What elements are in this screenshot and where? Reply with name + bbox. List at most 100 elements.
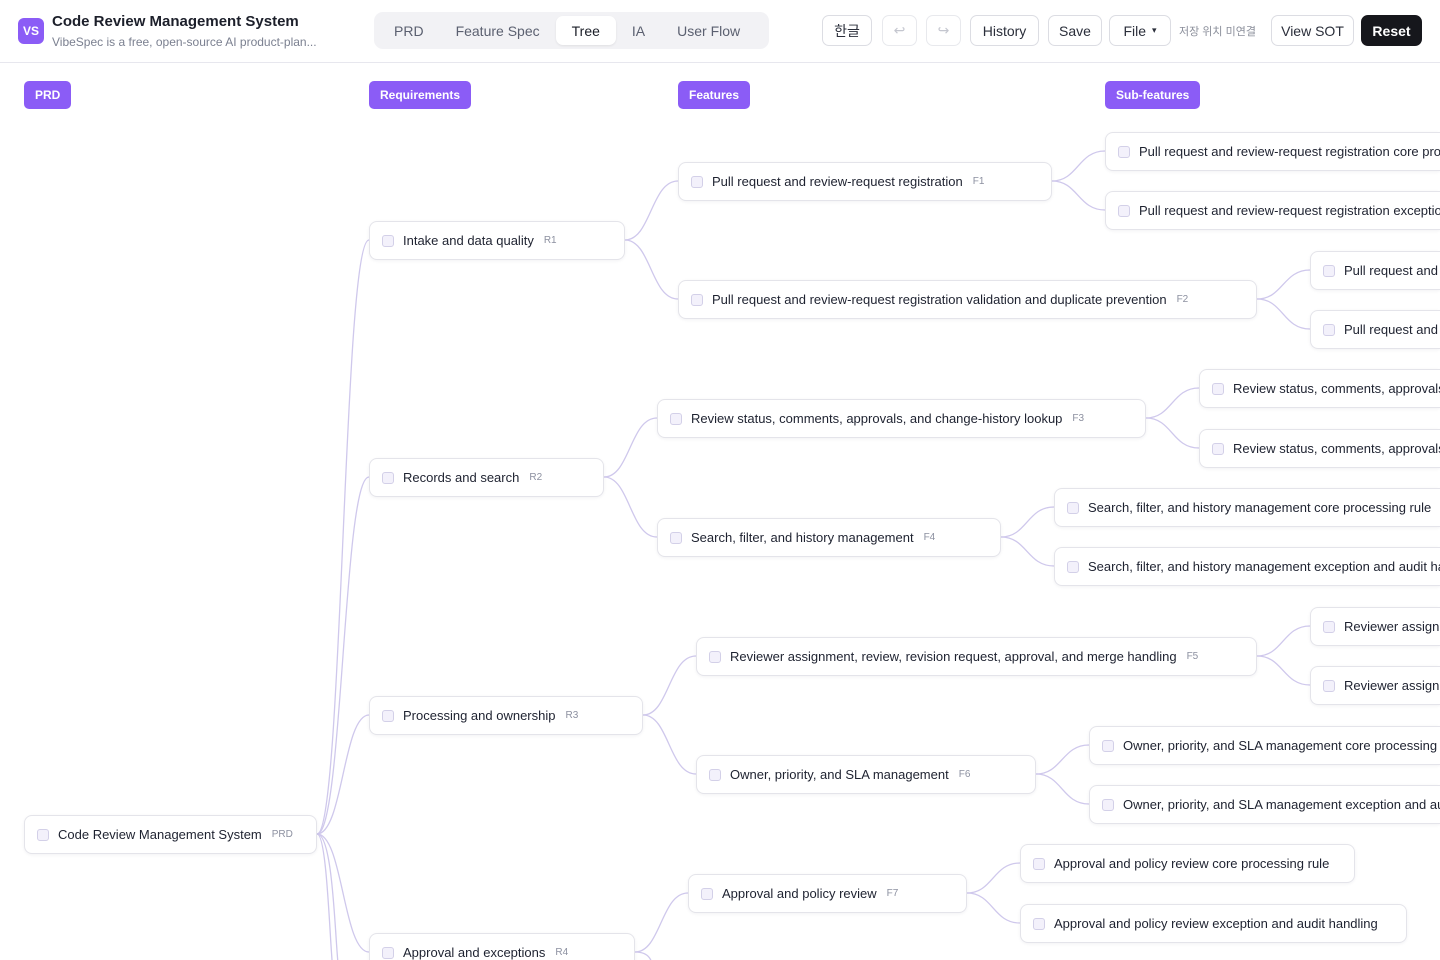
node-checkbox[interactable] [691,293,703,306]
undo-icon: ↩ [893,22,906,38]
node-label: Pull request and review-request registra… [1344,263,1440,278]
node-tag: F5 [1186,651,1199,662]
node-checkbox[interactable] [1323,620,1335,633]
history-button[interactable]: History [970,15,1039,46]
node-checkbox[interactable] [37,828,49,841]
node-checkbox[interactable] [1033,857,1045,870]
connector [624,239,679,300]
connector [316,239,370,835]
tree-node-root[interactable]: Code Review Management System PRD [24,815,317,854]
node-label: Pull request and review-request registra… [1139,144,1440,159]
tree-node-subfeature[interactable]: Reviewer assignment, review, revision re… [1310,666,1440,705]
connector [603,417,658,478]
node-label: Pull request and review-request registra… [1344,322,1440,337]
node-checkbox[interactable] [1067,501,1079,514]
tree-node-subfeature[interactable]: Pull request and review-request registra… [1310,310,1440,349]
node-checkbox[interactable] [709,768,721,781]
connector [634,892,689,953]
node-checkbox[interactable] [1067,560,1079,573]
connector [634,951,652,960]
tab-user-flow[interactable]: User Flow [661,16,756,45]
node-tag: R1 [543,235,557,246]
app-subtitle: VibeSpec is a free, open-source AI produ… [52,35,317,49]
node-label: Approval and policy review core processi… [1054,856,1330,871]
tree-node-subfeature[interactable]: Pull request and review-request registra… [1105,132,1440,171]
tree-node-subfeature[interactable]: Review status, comments, approvals, and … [1199,369,1440,408]
tree-node-subfeature[interactable]: Reviewer assignment, review, revision re… [1310,607,1440,646]
node-checkbox[interactable] [382,234,394,247]
tab-tree[interactable]: Tree [555,16,616,45]
tree-node-requirement-r4[interactable]: Approval and exceptions R4 [369,933,635,960]
node-label: Search, filter, and history management [691,530,914,545]
tree-node-feature-f2[interactable]: Pull request and review-request registra… [678,280,1257,319]
node-label: Code Review Management System [58,827,262,842]
tree-node-subfeature[interactable]: Search, filter, and history management c… [1054,488,1440,527]
tree-node-subfeature[interactable]: Approval and policy review exception and… [1020,904,1407,943]
tree-node-subfeature[interactable]: Owner, priority, and SLA management core… [1089,726,1440,765]
file-menu-label: File [1123,22,1147,39]
node-label: Pull request and review-request registra… [1139,203,1440,218]
node-tag: F7 [886,888,899,899]
tree-node-subfeature[interactable]: Review status, comments, approvals, and … [1199,429,1440,468]
tab-ia[interactable]: IA [616,16,661,45]
node-checkbox[interactable] [1323,679,1335,692]
tree-node-requirement-r3[interactable]: Processing and ownership R3 [369,696,643,735]
file-menu-button[interactable]: File ▾ [1109,15,1171,46]
language-toggle-button[interactable]: 한글 [822,15,872,46]
node-checkbox[interactable] [382,709,394,722]
connector [1145,417,1200,449]
undo-button[interactable]: ↩ [882,15,917,46]
tab-feature-spec[interactable]: Feature Spec [440,16,556,45]
node-checkbox[interactable] [1323,323,1335,336]
node-checkbox[interactable] [1212,442,1224,455]
redo-button[interactable]: ↪ [926,15,961,46]
node-checkbox[interactable] [670,412,682,425]
tree-node-feature-f7[interactable]: Approval and policy review F7 [688,874,967,913]
connector [316,833,370,953]
tab-prd[interactable]: PRD [378,16,440,45]
node-checkbox[interactable] [691,175,703,188]
connector [1035,773,1090,805]
tree-node-subfeature[interactable]: Approval and policy review core processi… [1020,844,1355,883]
node-label: Search, filter, and history management e… [1088,559,1440,574]
node-checkbox[interactable] [382,471,394,484]
node-checkbox[interactable] [1102,739,1114,752]
chevron-down-icon: ▾ [1152,25,1157,35]
node-tag: F3 [1072,413,1085,424]
tree-node-subfeature[interactable]: Pull request and review-request registra… [1105,191,1440,230]
tree-node-subfeature[interactable]: Owner, priority, and SLA management exce… [1089,785,1440,824]
tree-node-subfeature[interactable]: Search, filter, and history management e… [1054,547,1440,586]
connector [603,476,658,538]
reset-button[interactable]: Reset [1361,15,1422,46]
tree-node-feature-f1[interactable]: Pull request and review-request registra… [678,162,1052,201]
tree-node-requirement-r1[interactable]: Intake and data quality R1 [369,221,625,260]
node-checkbox[interactable] [709,650,721,663]
redo-icon: ↪ [937,22,950,38]
node-label: Review status, comments, approvals, and … [1233,381,1440,396]
tree-node-feature-f4[interactable]: Search, filter, and history management F… [657,518,1001,557]
view-sot-button[interactable]: View SOT [1271,15,1354,46]
tree-node-subfeature[interactable]: Pull request and review-request registra… [1310,251,1440,290]
node-checkbox[interactable] [382,946,394,959]
node-checkbox[interactable] [1102,798,1114,811]
connector [1145,387,1200,419]
app-logo: VS [18,18,44,44]
node-checkbox[interactable] [701,887,713,900]
tree-node-feature-f3[interactable]: Review status, comments, approvals, and … [657,399,1146,438]
node-checkbox[interactable] [1323,264,1335,277]
tree-node-requirement-r2[interactable]: Records and search R2 [369,458,604,497]
tree-node-feature-f5[interactable]: Reviewer assignment, review, revision re… [696,637,1257,676]
connector [316,714,370,835]
node-label: Pull request and review-request registra… [712,174,963,189]
node-checkbox[interactable] [1118,204,1130,217]
connector [316,833,333,960]
node-checkbox[interactable] [1212,382,1224,395]
node-checkbox[interactable] [1118,145,1130,158]
connector [1000,506,1055,538]
node-label: Pull request and review-request registra… [712,292,1167,307]
connector [966,862,1021,894]
node-checkbox[interactable] [1033,917,1045,930]
save-button[interactable]: Save [1048,15,1102,46]
tree-node-feature-f6[interactable]: Owner, priority, and SLA management F6 [696,755,1036,794]
node-checkbox[interactable] [670,531,682,544]
